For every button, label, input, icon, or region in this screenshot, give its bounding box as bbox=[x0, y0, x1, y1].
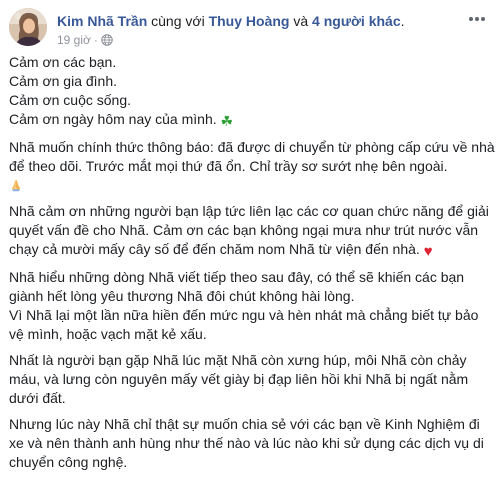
announcement-paragraph: Nhã muốn chính thức thông báo: đã được d… bbox=[9, 138, 495, 195]
closing-paragraph: Nhưng lúc này Nhã chỉ thật sự muốn chia … bbox=[9, 415, 495, 472]
author-avatar[interactable] bbox=[9, 8, 47, 46]
others-link[interactable]: 4 người khác bbox=[312, 13, 401, 29]
pray-line bbox=[9, 176, 495, 195]
announcement-text: Nhã muốn chính thức thông báo: đã được d… bbox=[9, 139, 495, 174]
post-attribution: Kim Nhã Trần cùng với Thuy Hoàng và 4 ng… bbox=[57, 12, 405, 30]
thanks-line-2: Cảm ơn gia đình. bbox=[9, 73, 118, 89]
explanation-paragraph: Nhã hiểu những dòng Nhã viết tiếp theo s… bbox=[9, 268, 495, 344]
with-text: cùng với bbox=[147, 13, 209, 29]
meta-separator: · bbox=[93, 33, 98, 47]
post-header: Kim Nhã Trần cùng với Thuy Hoàng và 4 ng… bbox=[9, 6, 491, 50]
injury-paragraph: Nhất là người bạn gặp Nhã lúc mặt Nhã cò… bbox=[9, 351, 495, 408]
closing-text: Nhưng lúc này Nhã chỉ thật sự muốn chia … bbox=[9, 416, 484, 470]
thanks-line-3: Cảm ơn cuộc sống. bbox=[9, 92, 132, 108]
thanks-line-4: Cảm ơn ngày hôm nay của mình. ☘ bbox=[9, 110, 495, 131]
gratitude-text-body: Nhã cảm ơn những người bạn lập tức liên … bbox=[9, 203, 489, 257]
thanks-line-4-text: Cảm ơn ngày hôm nay của mình. bbox=[9, 111, 221, 127]
thanks-line-1: Cảm ơn các bạn. bbox=[9, 54, 117, 70]
post-options-ellipsis-icon[interactable] bbox=[466, 12, 488, 28]
explanation-text-2: Vì Nhã lại một lần nữa hiền đến mức ngu … bbox=[9, 307, 479, 342]
globe-icon[interactable] bbox=[101, 34, 113, 46]
folded-hands-icon bbox=[9, 178, 23, 192]
explanation-text-1: Nhã hiểu những dòng Nhã viết tiếp theo s… bbox=[9, 269, 465, 304]
post-body: Cảm ơn các bạn. Cảm ơn gia đình. Cảm ơn … bbox=[9, 53, 495, 479]
tagged-user-link[interactable]: Thuy Hoàng bbox=[209, 13, 290, 29]
thanks-paragraph: Cảm ơn các bạn. Cảm ơn gia đình. Cảm ơn … bbox=[9, 53, 495, 131]
gratitude-paragraph: Nhã cảm ơn những người bạn lập tức liên … bbox=[9, 202, 495, 261]
facebook-post: Kim Nhã Trần cùng với Thuy Hoàng và 4 ng… bbox=[0, 0, 500, 474]
post-timestamp[interactable]: 19 giờ bbox=[57, 33, 91, 47]
heart-icon: ♥ bbox=[423, 243, 433, 260]
and-text: và bbox=[289, 13, 313, 29]
injury-text: Nhất là người bạn gặp Nhã lúc mặt Nhã cò… bbox=[9, 352, 469, 406]
clover-icon: ☘ bbox=[220, 113, 234, 129]
post-meta: 19 giờ · bbox=[57, 32, 113, 48]
attribution-period: . bbox=[400, 13, 405, 29]
gratitude-text: Nhã cảm ơn những người bạn lập tức liên … bbox=[9, 202, 495, 261]
author-name-link[interactable]: Kim Nhã Trần bbox=[57, 13, 147, 29]
avatar-photo bbox=[9, 8, 47, 46]
